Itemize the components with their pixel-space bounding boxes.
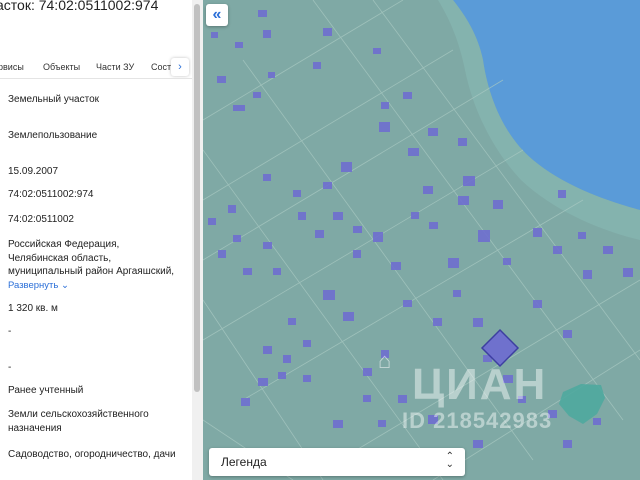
field-date: 15.09.2007	[8, 166, 59, 177]
field-land-use: Землепользование	[8, 130, 98, 141]
watermark-id: ID 218542983	[402, 408, 553, 433]
field-address-line-2: Челябинская область,	[8, 253, 112, 264]
field-status: Ранее учтенный	[8, 385, 84, 396]
field-area: 1 320 кв. м	[8, 303, 58, 314]
field-address-line-3: муниципальный район Аргаяшский,	[8, 266, 175, 277]
chevron-down-icon: ⌄	[61, 280, 69, 291]
expand-link[interactable]: Развернуть ⌄	[8, 279, 69, 293]
field-empty-2: -	[8, 362, 12, 373]
field-cadastral-block: 74:02:0511002	[8, 214, 74, 225]
field-category-line-1: Земли сельскохозяйственного	[8, 409, 149, 420]
scrollbar-thumb[interactable]	[194, 4, 200, 392]
tab-parts[interactable]: Части ЗУ	[96, 62, 134, 72]
updown-chevron-icon: ⌃ ⌄	[445, 451, 454, 470]
tabs-next-icon[interactable]: ›	[171, 58, 189, 76]
tab-objects[interactable]: Объекты	[43, 62, 80, 72]
field-empty-1: -	[8, 326, 12, 337]
collapse-panel-button[interactable]: «	[206, 4, 228, 26]
field-address-line-1: Российская Федерация,	[8, 239, 120, 250]
info-panel: асток: 74:02:0511002:974 рвисы Объекты Ч…	[0, 0, 203, 480]
divider	[0, 78, 192, 79]
expand-label: Развернуть	[8, 280, 59, 291]
watermark-text: ЦИАН	[412, 360, 548, 409]
tab-services[interactable]: рвисы	[0, 62, 24, 72]
watermark-logo-icon: ⌂	[378, 348, 392, 373]
page-title: асток: 74:02:0511002:974	[0, 0, 159, 13]
field-cadastral-number: 74:02:0511002:974	[8, 189, 94, 200]
field-permitted-use: Садоводство, огородничество, дачи	[8, 449, 176, 460]
tab-bar: рвисы Объекты Части ЗУ Соста	[0, 58, 192, 78]
field-object-type: Земельный участок	[8, 94, 100, 105]
legend-dropdown[interactable]: Легенда ⌃ ⌄	[209, 448, 465, 476]
legend-label: Легенда	[221, 455, 267, 469]
field-category-line-2: назначения	[8, 423, 62, 434]
